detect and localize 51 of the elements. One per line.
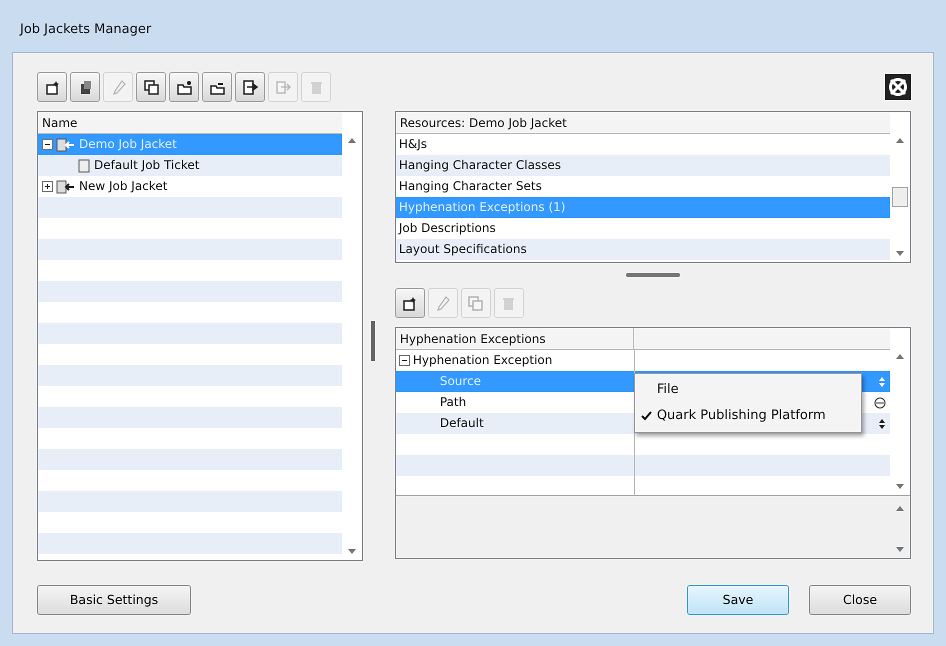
resource-item[interactable]: Layout Specifications — [396, 239, 890, 260]
tree-item[interactable]: Default Job Ticket — [38, 155, 342, 176]
toolbar-button[interactable] — [37, 72, 67, 102]
toolbar-button[interactable] — [235, 72, 265, 102]
export-icon[interactable] — [242, 78, 258, 96]
copy-icon[interactable] — [142, 78, 160, 96]
scroll-thumb[interactable] — [892, 187, 908, 207]
column-header[interactable]: Name — [38, 112, 342, 134]
toolbar-button[interactable] — [169, 72, 199, 102]
scroll-up-icon[interactable] — [348, 138, 356, 143]
folder-icon[interactable] — [176, 78, 192, 96]
job-jacket-icon — [56, 138, 76, 152]
dialog-button[interactable]: Save — [687, 585, 789, 615]
group-row[interactable]: Hyphenation Exception — [396, 350, 634, 371]
resource-item[interactable]: Job Descriptions — [396, 218, 890, 239]
logo-icon — [885, 74, 911, 100]
scroll-up-icon[interactable] — [896, 138, 904, 143]
toolbar-button[interactable] — [70, 72, 100, 102]
toolbar-button[interactable] — [394, 288, 425, 318]
dialog-button[interactable]: Close — [809, 585, 911, 615]
scroll-down-icon[interactable] — [348, 549, 356, 554]
collapse-icon[interactable] — [42, 139, 53, 150]
splitter-handle[interactable] — [370, 321, 375, 361]
check-icon — [640, 411, 652, 421]
new-document-icon[interactable] — [44, 78, 60, 96]
property-row[interactable]: Path — [396, 392, 634, 413]
toolbar-button[interactable] — [136, 72, 166, 102]
window-title: Job Jackets Manager — [20, 21, 152, 40]
tree-item[interactable]: New Job Jacket — [38, 176, 342, 197]
dialog-button[interactable]: Basic Settings — [37, 585, 191, 615]
menu-item[interactable]: Quark Publishing Platform — [634, 403, 861, 429]
scroll-down-icon[interactable] — [896, 251, 904, 256]
resource-item[interactable]: H&Js — [396, 134, 890, 155]
scroll-up-icon[interactable] — [896, 506, 904, 511]
resource-item[interactable]: Hanging Character Classes — [396, 155, 890, 176]
splitter-handle[interactable] — [626, 273, 680, 277]
toolbar-button[interactable] — [202, 72, 232, 102]
browse-icon[interactable] — [874, 396, 886, 408]
menu-item[interactable]: File — [634, 377, 861, 403]
scroll-down-icon[interactable] — [896, 547, 904, 552]
property-row[interactable]: Default — [396, 413, 634, 434]
scroll-down-icon[interactable] — [896, 484, 904, 489]
new-document-icon[interactable] — [401, 294, 418, 312]
collapse-icon[interactable] — [398, 355, 410, 366]
expand-icon[interactable] — [42, 181, 53, 192]
job-jacket-icon — [56, 180, 76, 194]
column-header[interactable]: Resources: Demo Job Jacket — [396, 112, 890, 134]
scroll-up-icon[interactable] — [896, 354, 904, 359]
resource-item[interactable]: Hanging Character Sets — [396, 176, 890, 197]
ticket-icon — [78, 158, 90, 173]
spinner-icon[interactable] — [878, 418, 886, 430]
